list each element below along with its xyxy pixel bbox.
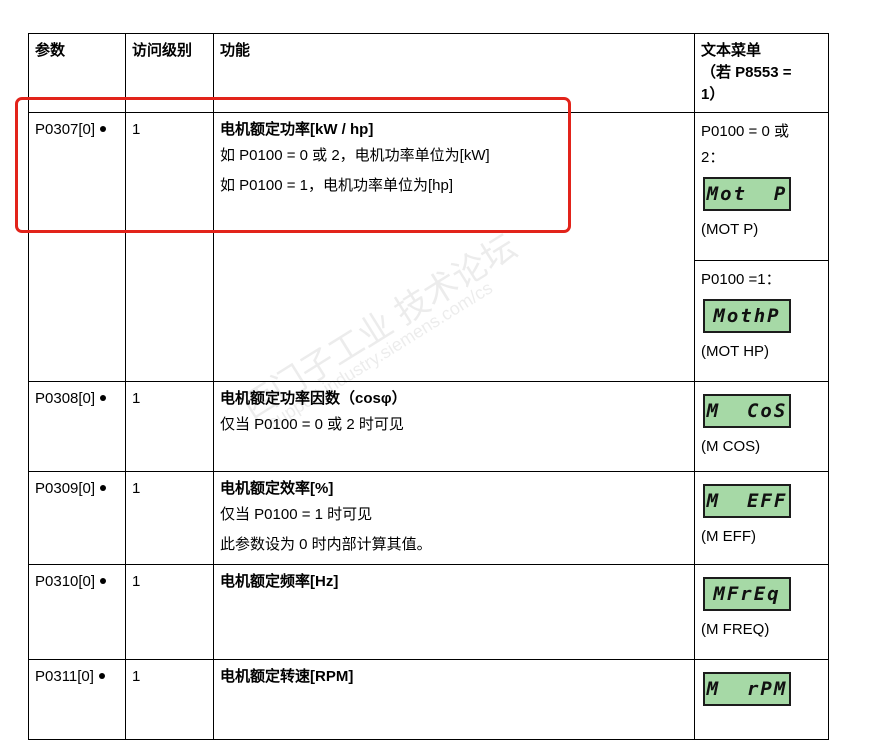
text-menu-cell: M CoS (M COS) [694, 381, 829, 472]
param-cell: P0309[0] [28, 471, 126, 565]
text-menu-condition: P0100 = 0 或 [701, 123, 789, 140]
function-cell: 电机额定效率[%] 仅当 P0100 = 1 时可见 此参数设为 0 时内部计算… [213, 471, 695, 565]
text-menu-condition: P0100 =1： [701, 271, 781, 288]
header-text-menu-line3: 1） [701, 86, 725, 103]
table-row: P0310[0] 1 电机额定频率[Hz] MFrEq (M FREQ) [28, 564, 829, 660]
lcd-display: M CoS [703, 394, 791, 428]
lcd-caption: (M COS) [701, 438, 761, 455]
function-title: 电机额定频率[Hz] [220, 573, 339, 590]
table-row: P0309[0] 1 电机额定效率[%] 仅当 P0100 = 1 时可见 此参… [28, 471, 829, 565]
table-row: P0308[0] 1 电机额定功率因数（cosφ） 仅当 P0100 = 0 或… [28, 381, 829, 472]
param-cell: P0308[0] [28, 381, 126, 472]
lcd-caption: (MOT P) [701, 221, 759, 238]
text-menu-cell: M rPM [694, 659, 829, 740]
lcd-caption: (MOT HP) [701, 343, 770, 360]
header-text-menu-line1: 文本菜单 [701, 42, 762, 59]
access-cell: 1 [125, 564, 214, 660]
param-code: P0310[0] [35, 573, 96, 590]
lcd-display: MFrEq [703, 577, 791, 611]
function-title: 电机额定转速[RPM] [220, 668, 354, 685]
function-cell: 电机额定转速[RPM] [213, 659, 695, 740]
lcd-display: M EFF [703, 484, 791, 518]
function-line: 此参数设为 0 时内部计算其值。 [220, 536, 432, 553]
bullet-icon [100, 395, 107, 402]
function-line: 仅当 P0100 = 1 时可见 [220, 506, 373, 523]
param-code: P0311[0] [35, 668, 94, 685]
access-cell: 1 [125, 381, 214, 472]
lcd-display: M rPM [703, 672, 791, 706]
lcd-display: MothP [703, 299, 791, 333]
header-text-menu-line2: （若 P8553 = [701, 64, 792, 81]
text-menu-cell: M EFF (M EFF) [694, 471, 829, 565]
text-menu-cell: MFrEq (M FREQ) [694, 564, 829, 660]
param-cell: P0311[0] [28, 659, 126, 740]
header-text-menu: 文本菜单 （若 P8553 = 1） [694, 33, 829, 113]
param-cell: P0310[0] [28, 564, 126, 660]
function-title: 电机额定效率[%] [220, 480, 334, 497]
lcd-caption: (M FREQ) [701, 621, 770, 638]
table-row: P0311[0] 1 电机额定转速[RPM] M rPM [28, 659, 829, 740]
text-menu-cell: P0100 = 0 或 2： Mot P (MOT P) [694, 112, 829, 261]
text-menu-cell: P0100 =1： MothP (MOT HP) [694, 260, 829, 382]
bullet-icon [98, 673, 105, 680]
access-cell: 1 [125, 659, 214, 740]
param-code: P0309[0] [35, 480, 96, 497]
text-menu-condition: 2： [701, 149, 725, 166]
highlight-box [15, 97, 571, 233]
function-cell: 电机额定频率[Hz] [213, 564, 695, 660]
access-cell: 1 [125, 471, 214, 565]
lcd-display: Mot P [703, 177, 791, 211]
lcd-caption: (M EFF) [701, 528, 756, 545]
param-code: P0308[0] [35, 390, 96, 407]
bullet-icon [100, 485, 107, 492]
bullet-icon [100, 578, 107, 585]
